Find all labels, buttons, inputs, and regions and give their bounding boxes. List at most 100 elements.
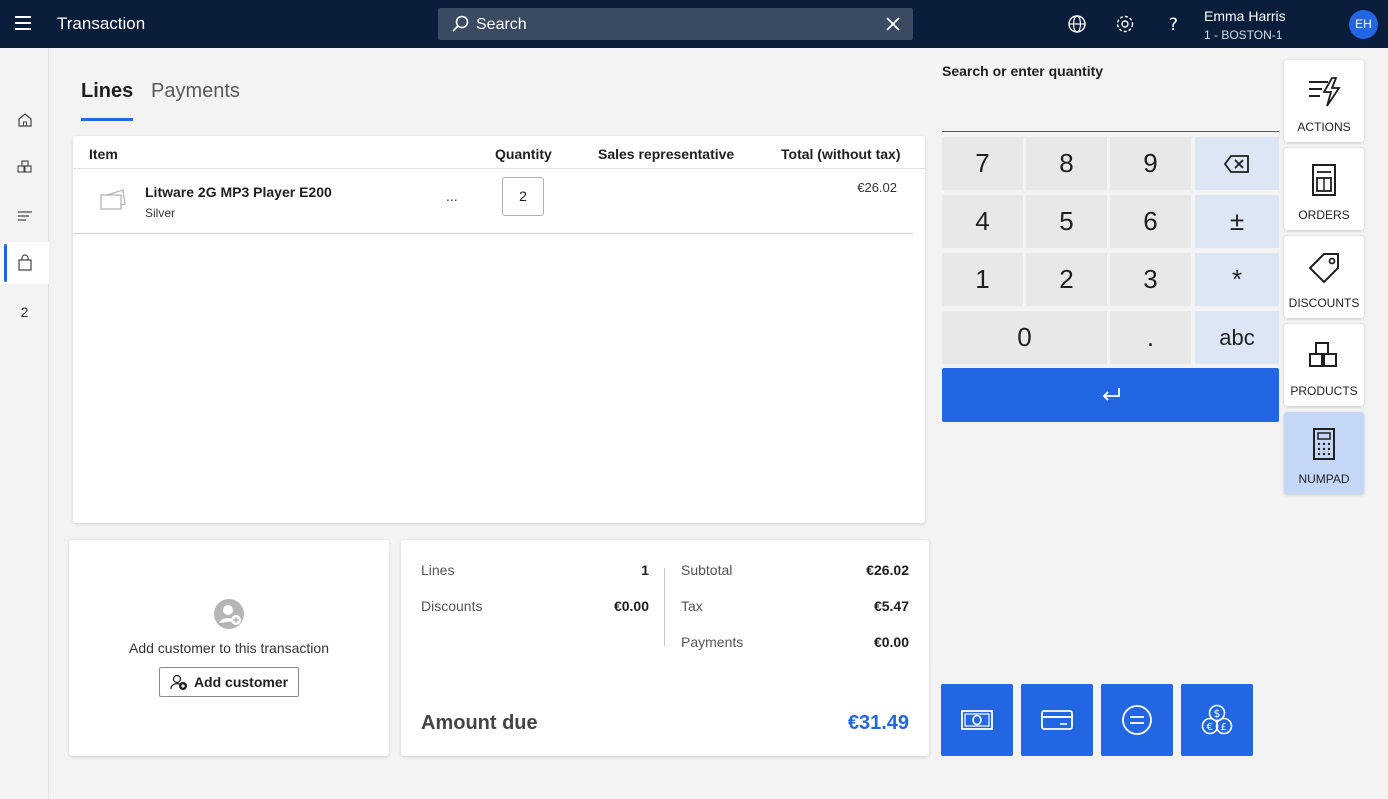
orders-button[interactable]: ORDERS [1284, 148, 1364, 230]
left-nav-rail: 2 [0, 48, 49, 799]
search-icon [452, 15, 469, 32]
numpad-label: Search or enter quantity [942, 63, 1104, 79]
subtotal-label: Subtotal [681, 562, 733, 578]
avatar[interactable]: EH [1349, 10, 1378, 39]
top-bar: Transaction Search ? Emma Harris 1 - BOS… [0, 0, 1388, 48]
close-icon[interactable] [885, 16, 901, 32]
discounts-value: €0.00 [613, 598, 649, 614]
payments-value: €0.00 [873, 634, 909, 650]
hamburger-menu-icon[interactable] [15, 16, 35, 32]
key-2[interactable]: 2 [1026, 253, 1107, 306]
tax-value: €5.47 [873, 598, 909, 614]
pay-exact-button[interactable] [1101, 684, 1173, 756]
product-variant: Silver [145, 206, 176, 220]
svg-text:£: £ [1221, 722, 1227, 733]
product-name: Litware 2G MP3 Player E200 [145, 184, 332, 200]
main-content: Lines Payments Item Quantity Sales repre… [49, 48, 1388, 799]
actions-button[interactable]: ACTIONS [1284, 60, 1364, 142]
calculator-icon [1313, 428, 1335, 460]
pay-card-button[interactable] [1021, 684, 1093, 756]
gear-icon[interactable] [1115, 14, 1135, 34]
search-input[interactable]: Search [476, 16, 527, 34]
help-icon[interactable]: ? [1163, 14, 1183, 34]
currency-exchange-icon: $€ £ [1201, 704, 1233, 735]
key-plus-minus[interactable]: ± [1195, 195, 1279, 248]
key-9[interactable]: 9 [1110, 137, 1191, 190]
key-1[interactable]: 1 [942, 253, 1023, 306]
discounts-label: DISCOUNTS [1288, 296, 1360, 310]
more-options-button[interactable]: ... [446, 188, 458, 204]
globe-icon[interactable] [1067, 14, 1087, 34]
svg-text:€: € [1207, 722, 1213, 733]
orders-icon [1312, 164, 1336, 196]
numpad-label-text: NUMPAD [1298, 472, 1350, 486]
pay-currency-button[interactable]: $ € £ [1181, 684, 1253, 756]
key-4[interactable]: 4 [942, 195, 1023, 248]
products-label: PRODUCTS [1290, 384, 1358, 398]
cart-icon[interactable] [0, 242, 49, 284]
products-icon[interactable] [0, 147, 49, 189]
transaction-list-icon[interactable] [0, 195, 49, 237]
backspace-button[interactable] [1195, 137, 1279, 190]
key-6[interactable]: 6 [1110, 195, 1191, 248]
totals-panel: Lines 1 Discounts €0.00 Subtotal €26.02 … [401, 540, 929, 756]
discounts-label: Discounts [421, 598, 483, 614]
lines-table: Item Quantity Sales representative Total… [73, 136, 925, 523]
cash-icon [961, 710, 993, 730]
svg-text:?: ? [1169, 15, 1178, 34]
lines-count-value: 1 [641, 562, 649, 578]
numpad-button[interactable]: NUMPAD [1284, 412, 1364, 494]
pay-cash-button[interactable] [941, 684, 1013, 756]
add-customer-button[interactable]: Add customer [159, 667, 299, 697]
subtotal-value: €26.02 [866, 562, 909, 578]
customer-panel: Add customer to this transaction Add cus… [69, 540, 389, 756]
line-total: €26.02 [857, 180, 897, 195]
payments-label: Payments [681, 634, 744, 650]
amount-due-label: Amount due [421, 712, 538, 734]
totals-divider [664, 568, 665, 646]
quantity-input[interactable] [942, 88, 1279, 132]
column-header-sales-rep: Sales representative [598, 146, 735, 162]
page-title: Transaction [57, 14, 146, 33]
add-customer-prompt: Add customer to this transaction [129, 640, 329, 656]
product-image-placeholder-icon [100, 189, 126, 210]
key-5[interactable]: 5 [1026, 195, 1107, 248]
key-3[interactable]: 3 [1110, 253, 1191, 306]
header-divider [73, 168, 925, 169]
search-bar[interactable]: Search [438, 8, 913, 40]
lightning-list-icon [1309, 77, 1341, 107]
recall-count[interactable]: 2 [0, 291, 49, 333]
add-customer-label: Add customer [193, 674, 289, 690]
products-button[interactable]: PRODUCTS [1284, 324, 1364, 406]
user-store: 1 - BOSTON-1 [1204, 28, 1283, 42]
lines-count-label: Lines [421, 562, 455, 578]
backspace-icon [1223, 154, 1249, 173]
orders-label: ORDERS [1298, 208, 1350, 222]
actions-label: ACTIONS [1297, 120, 1351, 134]
column-header-total: Total (without tax) [781, 146, 901, 162]
boxes-icon [1309, 342, 1337, 367]
discounts-button[interactable]: DISCOUNTS [1284, 236, 1364, 318]
quantity-field[interactable]: 2 [502, 177, 544, 216]
row-divider [73, 233, 913, 234]
key-multiply[interactable]: * [1195, 253, 1279, 306]
home-icon[interactable] [0, 99, 49, 141]
tab-lines[interactable]: Lines [81, 80, 134, 121]
column-header-item: Item [89, 146, 118, 162]
key-abc[interactable]: abc [1195, 311, 1279, 364]
column-header-quantity: Quantity [495, 146, 552, 162]
credit-card-icon [1041, 710, 1073, 730]
equals-circle-icon [1122, 705, 1152, 735]
key-7[interactable]: 7 [942, 137, 1023, 190]
customer-avatar-icon [214, 599, 244, 629]
key-8[interactable]: 8 [1026, 137, 1107, 190]
rail-badge-count: 2 [20, 304, 29, 320]
tag-icon [1308, 253, 1339, 284]
user-name[interactable]: Emma Harris [1204, 8, 1286, 24]
enter-icon [1102, 388, 1120, 401]
tab-bar: Lines Payments [67, 58, 929, 128]
key-0[interactable]: 0 [942, 311, 1107, 364]
key-decimal[interactable]: . [1110, 311, 1191, 364]
enter-button[interactable] [942, 368, 1279, 422]
tab-payments[interactable]: Payments [151, 80, 240, 103]
